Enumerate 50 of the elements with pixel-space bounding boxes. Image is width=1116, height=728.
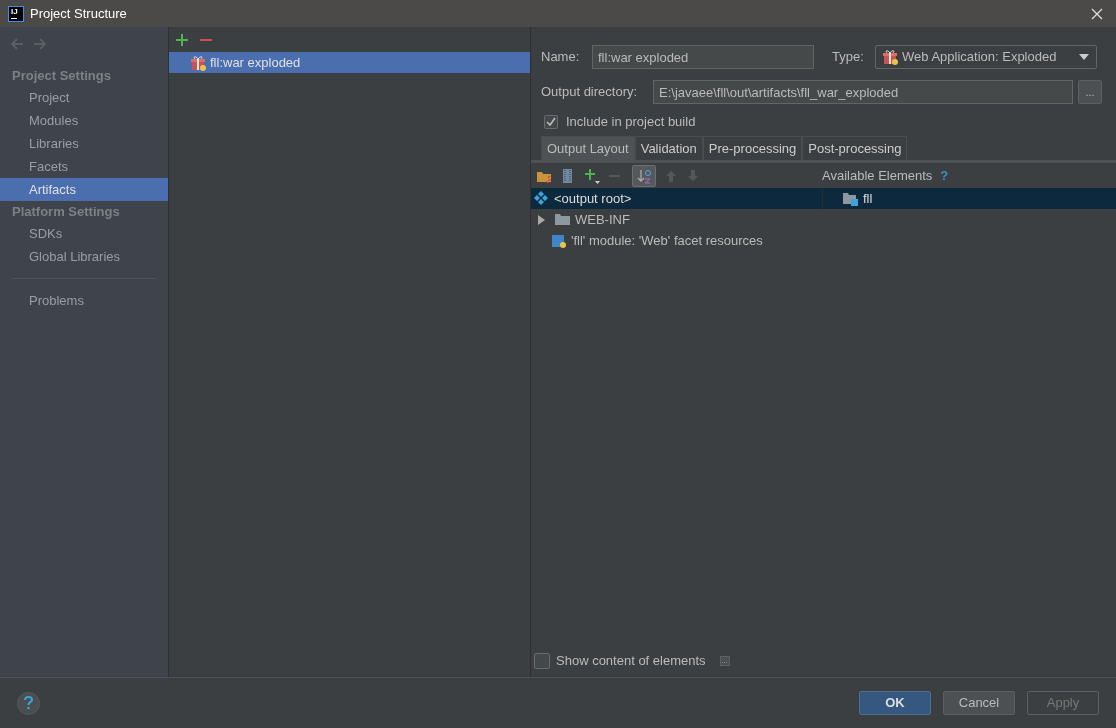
expand-arrow-icon[interactable] — [537, 214, 547, 225]
app-logo: IJ — [8, 5, 24, 22]
tree-item[interactable]: WEB-INF — [531, 209, 822, 230]
close-icon[interactable] — [1090, 6, 1104, 21]
artifact-item[interactable]: fll:war exploded — [169, 52, 530, 73]
output-directory-field[interactable]: E:\javaee\fll\out\artifacts\fll_war_exploded — [653, 80, 1073, 104]
column-header: Available Elements — [822, 166, 933, 185]
tree-item[interactable]: fll — [822, 188, 1116, 209]
help-button[interactable] — [17, 691, 40, 715]
dialog-button[interactable]: Apply — [1027, 691, 1099, 715]
checkbox[interactable] — [544, 115, 558, 129]
tree-item[interactable]: <output root> — [531, 188, 822, 209]
help-icon — [22, 696, 35, 710]
window-title: Project Structure — [30, 4, 127, 23]
add-icon[interactable] — [584, 167, 600, 184]
help-link[interactable]: ? — [940, 165, 949, 186]
section-header: Platform Settings — [11, 203, 121, 221]
tree-item[interactable]: 'fll' module: 'Web' facet resources — [531, 230, 822, 251]
tab[interactable]: Output Layout — [541, 136, 635, 160]
sidebar-item[interactable]: Facets — [0, 155, 168, 178]
module-resource-icon — [551, 232, 567, 249]
browse-button[interactable]: ... — [1078, 80, 1102, 104]
field-label: Name: — [541, 48, 581, 67]
add-icon[interactable] — [175, 32, 189, 47]
dropdown-arrow-icon — [1078, 52, 1090, 62]
sidebar-item[interactable]: Global Libraries — [0, 245, 168, 268]
sidebar-item[interactable]: Libraries — [0, 132, 168, 155]
sidebar-item[interactable]: Problems — [0, 289, 168, 312]
sort-button[interactable] — [632, 164, 656, 187]
name-field[interactable]: fll:war exploded — [592, 45, 814, 69]
type-dropdown[interactable]: Web Application: Exploded — [875, 45, 1097, 69]
sidebar-item[interactable]: Project — [0, 86, 168, 109]
checkbox[interactable] — [534, 653, 550, 669]
checkbox-label: Show content of elements — [556, 652, 706, 671]
diamond-cluster-icon — [534, 190, 550, 207]
dialog-button[interactable]: Cancel — [943, 691, 1015, 715]
field-label: Type: — [832, 48, 865, 67]
sidebar-item[interactable]: SDKs — [0, 222, 168, 245]
module-folder-icon — [843, 190, 859, 207]
gift-icon — [190, 54, 206, 71]
gift-icon — [882, 49, 898, 65]
checkmark-icon — [546, 117, 556, 127]
checkbox-label: Include in project build — [566, 113, 696, 132]
field-label: Output directory: — [541, 83, 639, 102]
sidebar-item[interactable]: Modules — [0, 109, 168, 132]
sort-alphabetical-icon — [636, 167, 652, 184]
folder-icon — [555, 211, 571, 228]
sidebar-item[interactable]: Artifacts — [0, 178, 168, 201]
dialog-button[interactable]: OK — [859, 691, 931, 715]
section-header: Project Settings — [11, 67, 112, 85]
